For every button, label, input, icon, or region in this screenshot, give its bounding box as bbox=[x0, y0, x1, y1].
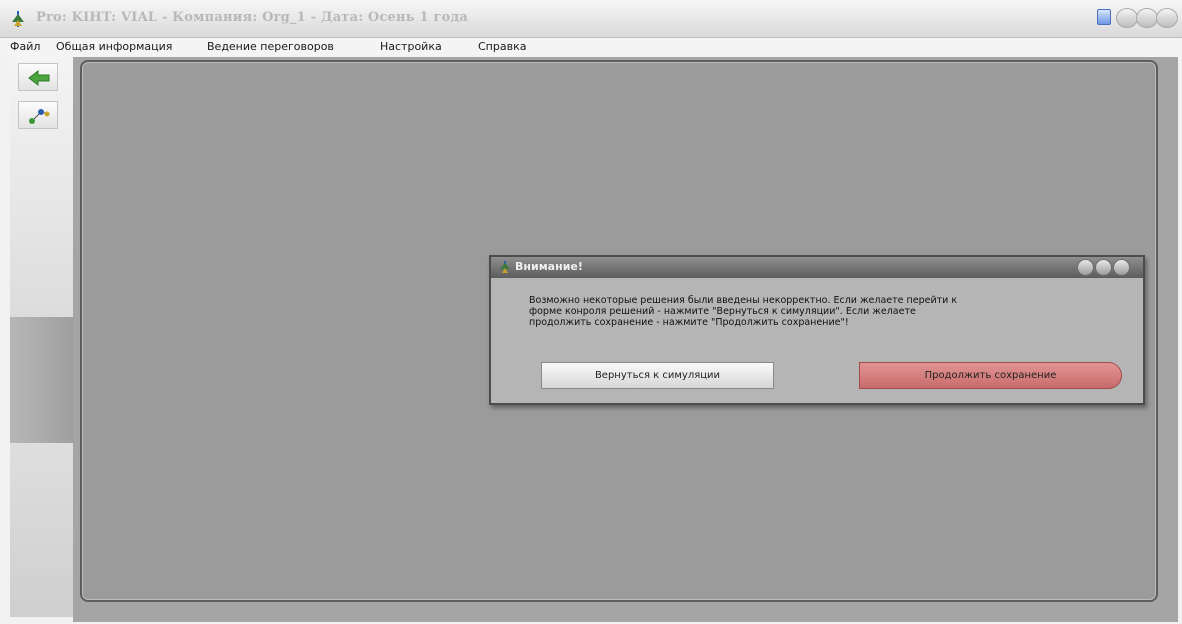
warning-dialog: Внимание! Возможно некоторые решения был… bbox=[489, 255, 1145, 405]
continue-saving-button[interactable]: Продолжить сохранение bbox=[859, 362, 1122, 389]
dialog-close-button[interactable] bbox=[1113, 259, 1130, 276]
menu-help[interactable]: Справка bbox=[478, 40, 526, 53]
return-to-simulation-button[interactable]: Вернуться к симуляции bbox=[541, 362, 774, 389]
dialog-message-line: продолжить сохранение - нажмите "Продолж… bbox=[529, 317, 849, 328]
app-logo-icon bbox=[12, 11, 24, 27]
back-button[interactable] bbox=[18, 63, 58, 91]
left-toolbar bbox=[10, 57, 73, 617]
maximize-button[interactable] bbox=[1136, 8, 1158, 28]
dialog-minimize-button[interactable] bbox=[1077, 259, 1094, 276]
window-titlebar: Pro: KIHT: VIAL - Компания: Org_1 - Дата… bbox=[0, 0, 1182, 38]
menu-settings[interactable]: Настройка bbox=[380, 40, 442, 53]
minimize-button[interactable] bbox=[1116, 8, 1138, 28]
help-icon[interactable] bbox=[1097, 9, 1111, 25]
dialog-title: Внимание! bbox=[515, 260, 583, 273]
dialog-titlebar: Внимание! bbox=[491, 257, 1143, 278]
window-title: Pro: KIHT: VIAL - Компания: Org_1 - Дата… bbox=[36, 10, 468, 25]
app-logo-icon bbox=[500, 261, 510, 273]
menu-file[interactable]: Файл bbox=[10, 40, 40, 53]
network-nodes-icon bbox=[29, 109, 50, 124]
menu-bar: Файл Общая информация Ведение переговоро… bbox=[0, 38, 1182, 57]
menu-negotiations[interactable]: Ведение переговоров bbox=[207, 40, 334, 53]
network-button[interactable] bbox=[18, 101, 58, 129]
back-arrow-icon bbox=[28, 69, 50, 87]
dialog-message-line: форме конроля решений - нажмите "Вернуть… bbox=[529, 306, 916, 317]
dialog-maximize-button[interactable] bbox=[1095, 259, 1112, 276]
dialog-message: Возможно некоторые решения были введены … bbox=[529, 295, 1129, 328]
dialog-message-line: Возможно некоторые решения были введены … bbox=[529, 295, 958, 306]
close-button[interactable] bbox=[1156, 8, 1178, 28]
menu-general-info[interactable]: Общая информация bbox=[56, 40, 172, 53]
